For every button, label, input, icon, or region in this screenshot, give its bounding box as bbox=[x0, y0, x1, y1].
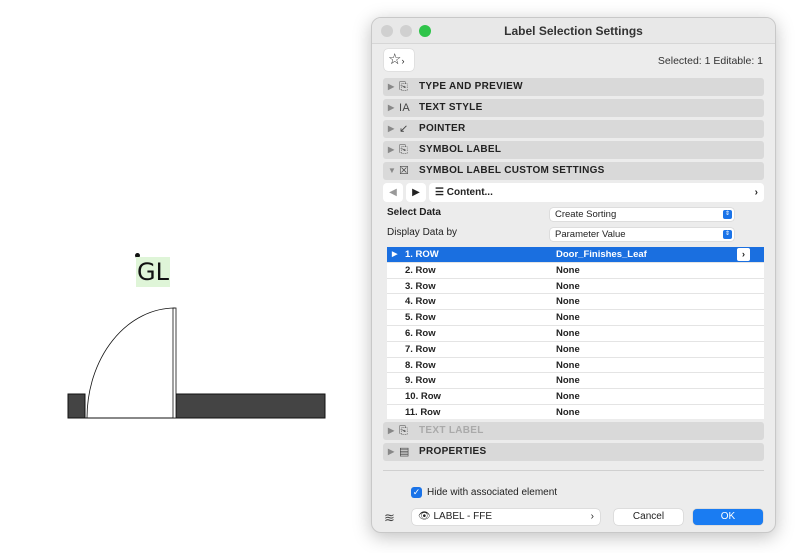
row-value: None bbox=[556, 406, 580, 418]
cancel-button[interactable]: Cancel bbox=[614, 509, 683, 525]
disclosure-right-icon: ▶ bbox=[392, 251, 398, 258]
row-key: 5. Row bbox=[405, 312, 436, 324]
table-row[interactable]: 9. Row None bbox=[387, 373, 764, 390]
pointer-icon: ↙ bbox=[399, 123, 409, 135]
selection-info: Selected: 1 Editable: 1 bbox=[657, 55, 763, 67]
row-key: 10. Row bbox=[405, 391, 441, 403]
row-key: 11. Row bbox=[405, 406, 441, 418]
row-key: 1. ROW bbox=[405, 249, 439, 260]
section-properties[interactable]: ▶ ▤ PROPERTIES bbox=[383, 443, 764, 461]
disclosure-right-icon: ▶ bbox=[388, 82, 395, 91]
stepper-icon: ⇕ bbox=[723, 210, 732, 219]
row-value: None bbox=[556, 343, 580, 355]
section-text-label: ▶ ⎘ TEXT LABEL bbox=[383, 422, 764, 440]
table-row[interactable]: ▶ 1. ROW Door_Finishes_Leaf › bbox=[387, 247, 764, 263]
table-row[interactable]: 8. Row None bbox=[387, 358, 764, 374]
text-label-icon: ⎘ bbox=[399, 425, 409, 437]
display-data-by-dropdown[interactable]: Parameter Value ⇕ bbox=[550, 228, 734, 241]
row-value: None bbox=[556, 327, 580, 339]
eye-icon: 👁 bbox=[418, 511, 431, 522]
next-page-button[interactable]: ▶ bbox=[406, 183, 426, 202]
disclosure-right-icon: ▶ bbox=[388, 124, 395, 133]
layers-icon: ≋ bbox=[384, 510, 395, 525]
stepper-icon: ⇕ bbox=[723, 230, 732, 239]
section-symbol-label[interactable]: ▶ ⎘ SYMBOL LABEL bbox=[383, 141, 764, 159]
display-data-by-label: Display Data by bbox=[387, 227, 458, 238]
row-value: None bbox=[556, 391, 580, 403]
hide-with-element-checkbox[interactable]: ✓ bbox=[411, 487, 422, 498]
minimize-button[interactable] bbox=[400, 25, 412, 37]
select-data-label: Select Data bbox=[387, 207, 441, 218]
rows-table: ▶ 1. ROW Door_Finishes_Leaf › 2. Row None 3. R… bbox=[387, 247, 764, 419]
table-row[interactable]: 4. Row None bbox=[387, 294, 764, 311]
disclosure-right-icon: ▶ bbox=[388, 103, 395, 112]
title-bar: Label Selection Settings bbox=[372, 18, 775, 44]
section-pointer[interactable]: ▶ ↙ POINTER bbox=[383, 120, 764, 138]
section-type-and-preview[interactable]: ▶ ⎘ TYPE AND PREVIEW bbox=[383, 78, 764, 96]
table-row[interactable]: 7. Row None bbox=[387, 342, 764, 358]
dialog-title: Label Selection Settings bbox=[504, 24, 643, 38]
custom-settings-icon: ☒ bbox=[399, 165, 410, 177]
table-row[interactable]: 11. Row None bbox=[387, 405, 764, 419]
row-key: 7. Row bbox=[405, 343, 436, 355]
row-key: 2. Row bbox=[405, 264, 436, 276]
row-value: None bbox=[556, 375, 580, 387]
type-preview-icon: ⎘ bbox=[399, 81, 409, 93]
disclosure-right-icon: ▶ bbox=[388, 426, 395, 435]
divider bbox=[383, 470, 764, 471]
row-value: None bbox=[556, 280, 580, 292]
list-icon: ☰ bbox=[435, 187, 444, 198]
disclosure-down-icon: ▼ bbox=[388, 166, 397, 175]
door-plan-drawing bbox=[67, 307, 326, 419]
properties-icon: ▤ bbox=[399, 446, 410, 458]
section-text-style[interactable]: ▶ IA TEXT STYLE bbox=[383, 99, 764, 117]
row-value: Door_Finishes_Leaf bbox=[556, 249, 647, 260]
star-icon: ☆ bbox=[388, 51, 402, 68]
row-value: None bbox=[556, 359, 580, 371]
row-options-button[interactable]: › bbox=[737, 248, 750, 261]
chevron-right-icon: › bbox=[754, 187, 758, 198]
row-value: None bbox=[556, 296, 580, 308]
label-selection-settings-dialog: Label Selection Settings ☆› Selected: 1 … bbox=[371, 17, 776, 533]
row-key: 9. Row bbox=[405, 375, 436, 387]
table-row[interactable]: 2. Row None bbox=[387, 263, 764, 279]
page-navigator: ◀ ▶ ☰ Content... › bbox=[383, 183, 764, 202]
chevron-right-icon: › bbox=[401, 56, 405, 66]
symbol-label-icon: ⎘ bbox=[399, 144, 409, 156]
favorites-button[interactable]: ☆› bbox=[384, 49, 414, 71]
chevron-right-icon: › bbox=[590, 511, 594, 522]
text-style-icon: IA bbox=[399, 102, 410, 114]
zoom-button[interactable] bbox=[419, 25, 431, 37]
row-key: 8. Row bbox=[405, 359, 436, 371]
drawing-canvas[interactable]: GL bbox=[0, 0, 370, 550]
row-value: None bbox=[556, 312, 580, 324]
table-row[interactable]: 10. Row None bbox=[387, 389, 764, 405]
table-row[interactable]: 5. Row None bbox=[387, 310, 764, 326]
hide-with-element-label: Hide with associated element bbox=[427, 487, 558, 498]
row-value: None bbox=[556, 264, 580, 276]
section-symbol-label-custom-settings[interactable]: ▼ ☒ SYMBOL LABEL CUSTOM SETTINGS bbox=[383, 162, 764, 180]
previous-page-button[interactable]: ◀ bbox=[383, 183, 403, 202]
layer-dropdown[interactable]: 👁 LABEL - FFE › bbox=[412, 509, 600, 525]
page-select-dropdown[interactable]: ☰ Content... › bbox=[429, 183, 764, 202]
row-key: 4. Row bbox=[405, 296, 436, 308]
table-row[interactable]: 6. Row None bbox=[387, 326, 764, 342]
door-label[interactable]: GL bbox=[136, 257, 170, 287]
select-data-dropdown[interactable]: Create Sorting ⇕ bbox=[550, 208, 734, 221]
row-key: 3. Row bbox=[405, 280, 436, 292]
table-row[interactable]: 3. Row None bbox=[387, 279, 764, 295]
row-key: 6. Row bbox=[405, 327, 436, 339]
disclosure-right-icon: ▶ bbox=[388, 447, 395, 456]
close-button[interactable] bbox=[381, 25, 393, 37]
ok-button[interactable]: OK bbox=[693, 509, 763, 525]
disclosure-right-icon: ▶ bbox=[388, 145, 395, 154]
